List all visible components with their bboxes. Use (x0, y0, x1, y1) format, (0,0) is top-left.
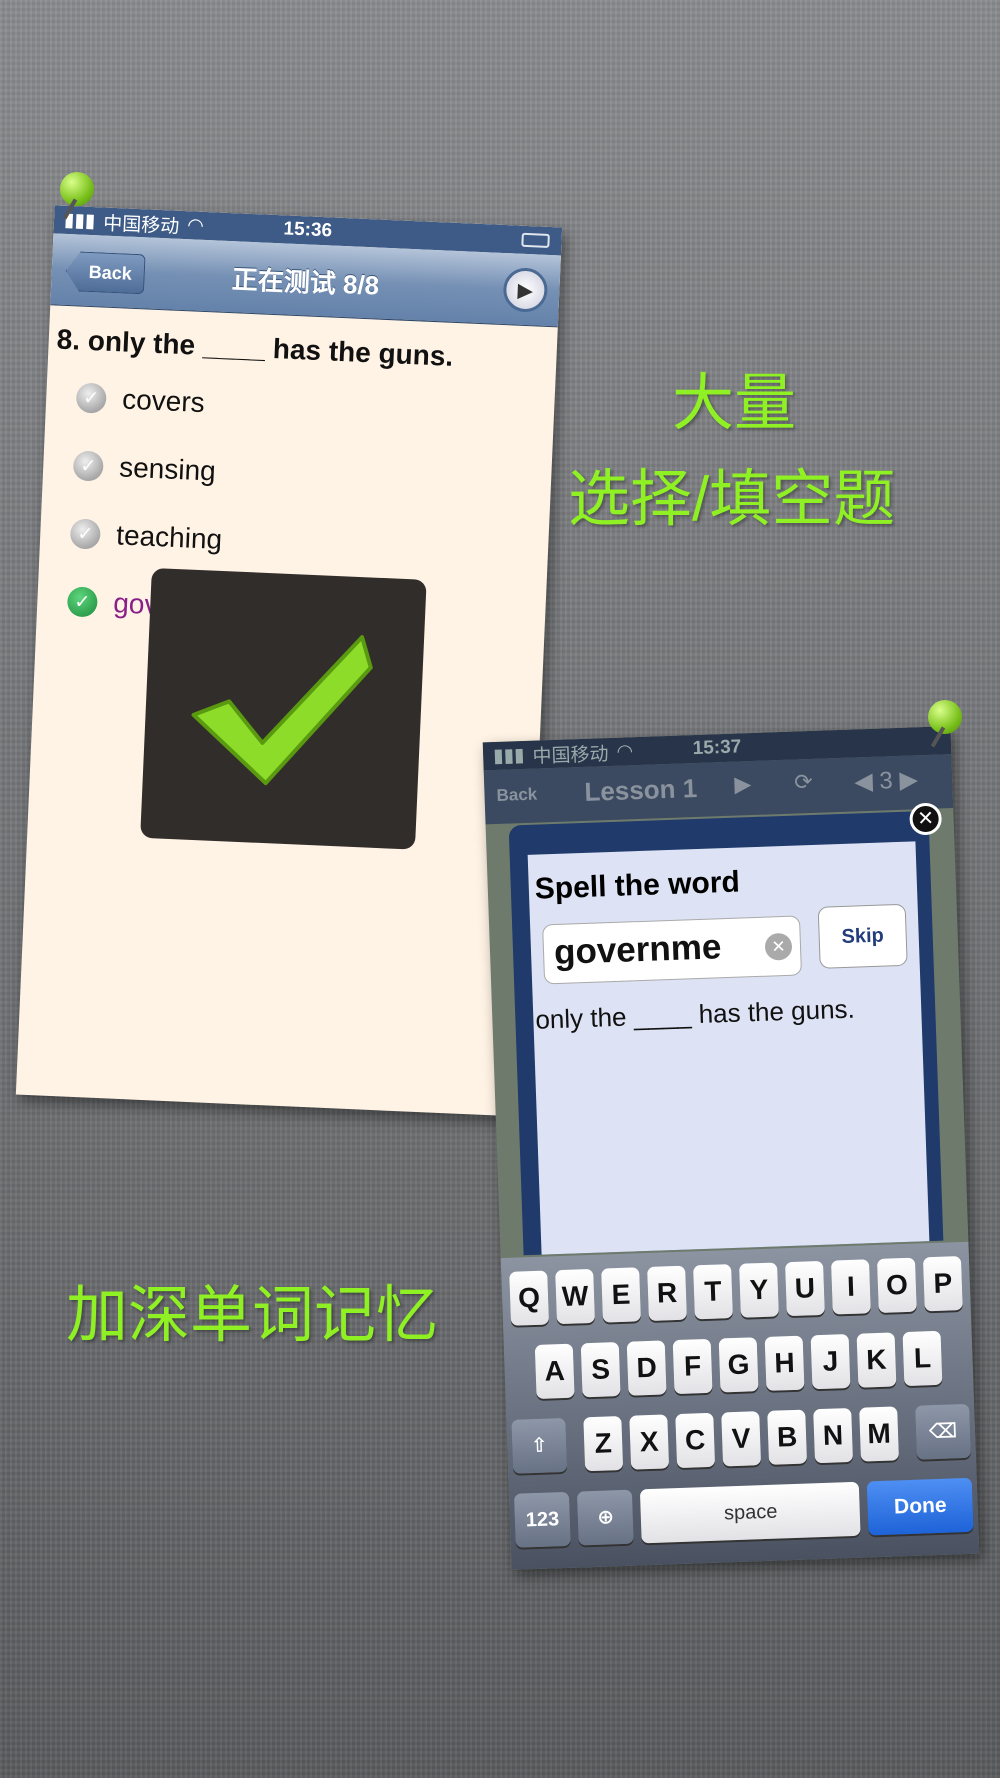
close-icon[interactable]: ✕ (909, 802, 943, 836)
correct-overlay (140, 567, 427, 850)
space-key[interactable]: space (640, 1481, 862, 1544)
check-icon: ✓ (75, 382, 107, 414)
refresh-icon[interactable]: ⟳ (794, 769, 813, 796)
keyboard: QWERTYUIOP ASDFGHJKL ⇧ Z X C V B N M ⌫ 123 ⊕ spa… (500, 1241, 980, 1570)
sentence-text: only the ____ has the guns. (534, 993, 856, 1035)
popup-title: Spell the word (534, 865, 741, 906)
pushpin-icon (928, 700, 962, 734)
key[interactable]: I (830, 1259, 871, 1315)
key[interactable]: K (856, 1332, 897, 1388)
option-covers[interactable]: ✓ covers (75, 381, 206, 419)
clock: 15:36 (283, 218, 333, 242)
shift-key[interactable]: ⇧ (511, 1417, 568, 1474)
key[interactable]: J (810, 1334, 851, 1390)
check-icon: ✓ (72, 450, 104, 482)
carrier: 中国移动 (102, 212, 180, 238)
key[interactable]: C (675, 1412, 716, 1469)
key[interactable]: L (902, 1330, 943, 1387)
carrier: 中国移动 (532, 743, 609, 768)
play-icon: ▶ (517, 279, 534, 302)
option-sensing[interactable]: ✓ sensing (72, 449, 217, 487)
check-icon: ✓ (69, 518, 101, 550)
key[interactable]: O (876, 1257, 917, 1313)
key[interactable]: B (767, 1409, 808, 1465)
battery-icon (521, 232, 550, 248)
key[interactable]: F (672, 1338, 713, 1395)
key[interactable]: X (629, 1414, 670, 1470)
key[interactable]: S (580, 1342, 621, 1398)
spell-popup: Spell the word governme ✕ Skip only the _… (508, 810, 944, 1256)
key[interactable]: Z (583, 1415, 624, 1472)
option-teaching[interactable]: ✓ teaching (69, 517, 223, 556)
quiz-screen: ▮▮▮ 中国移动 ◠ 15:36 Back 正在测试 8/8 ▶ 8. only… (15, 205, 563, 1117)
key[interactable]: H (764, 1335, 805, 1391)
input-value: governme (553, 927, 722, 973)
spell-screen: ▮▮▮ 中国移动 ◠ 15:37 Back Lesson 1 ▶ ⟳ ◀ 3 ▶… (482, 726, 980, 1570)
key[interactable]: D (626, 1340, 667, 1396)
key[interactable]: Y (739, 1262, 779, 1318)
key[interactable]: V (721, 1411, 762, 1467)
wifi-icon: ◠ (186, 214, 205, 237)
caption-line3: 加深单词记忆 (66, 1281, 439, 1350)
option-label: teaching (115, 519, 223, 555)
clear-icon[interactable]: ✕ (764, 932, 793, 961)
pushpin-icon (60, 172, 94, 206)
caption-line1: 大量 (672, 369, 797, 438)
key[interactable]: N (813, 1407, 854, 1464)
spell-input[interactable]: governme ✕ (542, 915, 803, 985)
question-text: 8. only the ____ has the guns. (56, 323, 454, 372)
signal-icon: ▮▮▮ (492, 744, 525, 767)
backspace-key[interactable]: ⌫ (915, 1403, 971, 1460)
key[interactable]: Q (509, 1270, 550, 1326)
key[interactable]: A (534, 1343, 575, 1399)
option-label: sensing (118, 451, 217, 487)
key[interactable]: M (859, 1406, 900, 1462)
play-icon[interactable]: ▶ (734, 771, 752, 798)
key[interactable]: G (718, 1337, 759, 1393)
page-title: Lesson 1 (583, 772, 698, 807)
pager: ◀ 3 ▶ (853, 766, 919, 796)
key[interactable]: P (922, 1256, 963, 1312)
wifi-icon: ◠ (616, 740, 634, 763)
skip-button[interactable]: Skip (817, 903, 908, 969)
key[interactable]: T (693, 1264, 733, 1320)
page-number: 3 (878, 767, 894, 795)
back-button[interactable]: Back (496, 785, 537, 806)
done-key[interactable]: Done (867, 1477, 974, 1536)
globe-icon[interactable]: ⊕ (577, 1489, 635, 1546)
check-icon: ✓ (66, 586, 99, 618)
key[interactable]: E (601, 1267, 641, 1323)
key[interactable]: W (555, 1268, 596, 1325)
checkmark-icon (191, 635, 373, 786)
option-label: covers (121, 383, 206, 419)
numbers-key[interactable]: 123 (513, 1491, 572, 1548)
key[interactable]: U (785, 1260, 825, 1317)
key[interactable]: R (647, 1265, 687, 1321)
clock: 15:37 (692, 736, 742, 760)
page-title: 正在测试 8/8 (231, 264, 380, 301)
caption-line2: 选择/填空题 (568, 465, 896, 534)
